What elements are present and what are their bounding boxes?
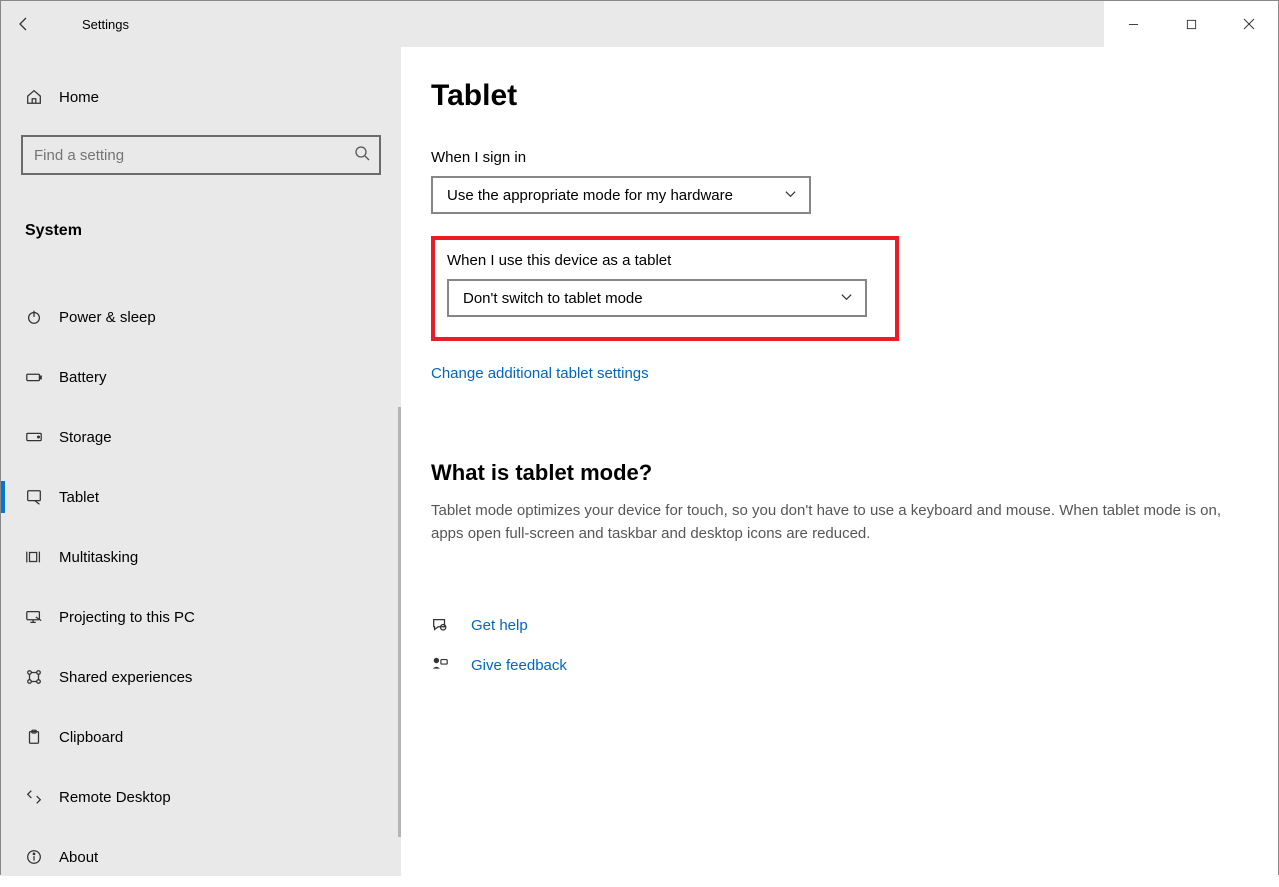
maximize-button[interactable] bbox=[1162, 1, 1220, 47]
signin-label: When I sign in bbox=[431, 149, 1250, 166]
feedback-icon bbox=[431, 656, 451, 674]
search-input[interactable] bbox=[32, 146, 354, 165]
sidebar-item-label: Projecting to this PC bbox=[59, 609, 195, 626]
sidebar-item-label: Clipboard bbox=[59, 729, 123, 746]
sidebar-item-label: Multitasking bbox=[59, 549, 138, 566]
sidebar-item-label: Tablet bbox=[59, 489, 99, 506]
content-area: Tablet When I sign in Use the appropriat… bbox=[401, 47, 1278, 876]
sidebar-item-label: Storage bbox=[59, 429, 112, 446]
window-title: Settings bbox=[47, 1, 129, 47]
multitasking-icon bbox=[25, 548, 59, 566]
about-icon bbox=[25, 848, 59, 866]
use-as-tablet-label: When I use this device as a tablet bbox=[447, 252, 867, 269]
sidebar-item-tablet[interactable]: Tablet bbox=[1, 467, 401, 527]
sidebar-item-power-sleep[interactable]: Power & sleep bbox=[1, 287, 401, 347]
search-input-container[interactable] bbox=[21, 135, 381, 175]
sidebar-item-remote-desktop[interactable]: Remote Desktop bbox=[1, 767, 401, 827]
sidebar-item-storage[interactable]: Storage bbox=[1, 407, 401, 467]
sidebar-item-label: Remote Desktop bbox=[59, 789, 171, 806]
use-as-tablet-dropdown-value: Don't switch to tablet mode bbox=[463, 290, 643, 307]
remote-desktop-icon bbox=[25, 788, 59, 806]
sidebar-item-about[interactable]: About bbox=[1, 827, 401, 887]
give-feedback-link[interactable]: Give feedback bbox=[471, 657, 567, 674]
get-help-link[interactable]: Get help bbox=[471, 617, 528, 634]
home-icon bbox=[25, 88, 59, 106]
storage-icon bbox=[25, 428, 59, 446]
page-title: Tablet bbox=[431, 79, 1250, 113]
chevron-down-icon bbox=[840, 290, 853, 307]
projecting-icon bbox=[25, 608, 59, 626]
search-icon bbox=[354, 145, 370, 166]
close-button[interactable] bbox=[1220, 1, 1278, 47]
tablet-icon bbox=[25, 488, 59, 506]
back-button[interactable] bbox=[1, 1, 47, 47]
use-as-tablet-dropdown[interactable]: Don't switch to tablet mode bbox=[447, 279, 867, 317]
svg-text:?: ? bbox=[442, 626, 444, 630]
battery-icon bbox=[25, 368, 59, 386]
get-help-row[interactable]: ? Get help bbox=[431, 605, 1250, 645]
sidebar-item-battery[interactable]: Battery bbox=[1, 347, 401, 407]
signin-dropdown[interactable]: Use the appropriate mode for my hardware bbox=[431, 176, 811, 214]
sidebar-home[interactable]: Home bbox=[1, 77, 401, 117]
window-controls bbox=[1104, 1, 1278, 47]
sidebar-home-label: Home bbox=[59, 89, 99, 106]
sidebar-section-header: System bbox=[1, 201, 401, 261]
signin-dropdown-value: Use the appropriate mode for my hardware bbox=[447, 187, 733, 204]
highlighted-setting: When I use this device as a tablet Don't… bbox=[431, 236, 899, 341]
shared-experiences-icon bbox=[25, 668, 59, 686]
what-is-heading: What is tablet mode? bbox=[431, 460, 1250, 486]
title-bar: Settings bbox=[1, 1, 1278, 47]
change-additional-settings-link[interactable]: Change additional tablet settings bbox=[431, 365, 1250, 382]
sidebar: Home System Power & sleep Battery bbox=[1, 47, 401, 876]
sidebar-item-label: About bbox=[59, 849, 98, 866]
power-icon bbox=[25, 308, 59, 326]
sidebar-item-shared-experiences[interactable]: Shared experiences bbox=[1, 647, 401, 707]
sidebar-item-label: Power & sleep bbox=[59, 309, 156, 326]
clipboard-icon bbox=[25, 728, 59, 746]
sidebar-item-clipboard[interactable]: Clipboard bbox=[1, 707, 401, 767]
sidebar-item-multitasking[interactable]: Multitasking bbox=[1, 527, 401, 587]
sidebar-item-projecting[interactable]: Projecting to this PC bbox=[1, 587, 401, 647]
what-is-body: Tablet mode optimizes your device for to… bbox=[431, 500, 1221, 545]
sidebar-item-label: Battery bbox=[59, 369, 107, 386]
minimize-button[interactable] bbox=[1104, 1, 1162, 47]
chevron-down-icon bbox=[784, 187, 797, 204]
sidebar-item-label: Shared experiences bbox=[59, 669, 192, 686]
give-feedback-row[interactable]: Give feedback bbox=[431, 645, 1250, 685]
help-icon: ? bbox=[431, 616, 451, 634]
